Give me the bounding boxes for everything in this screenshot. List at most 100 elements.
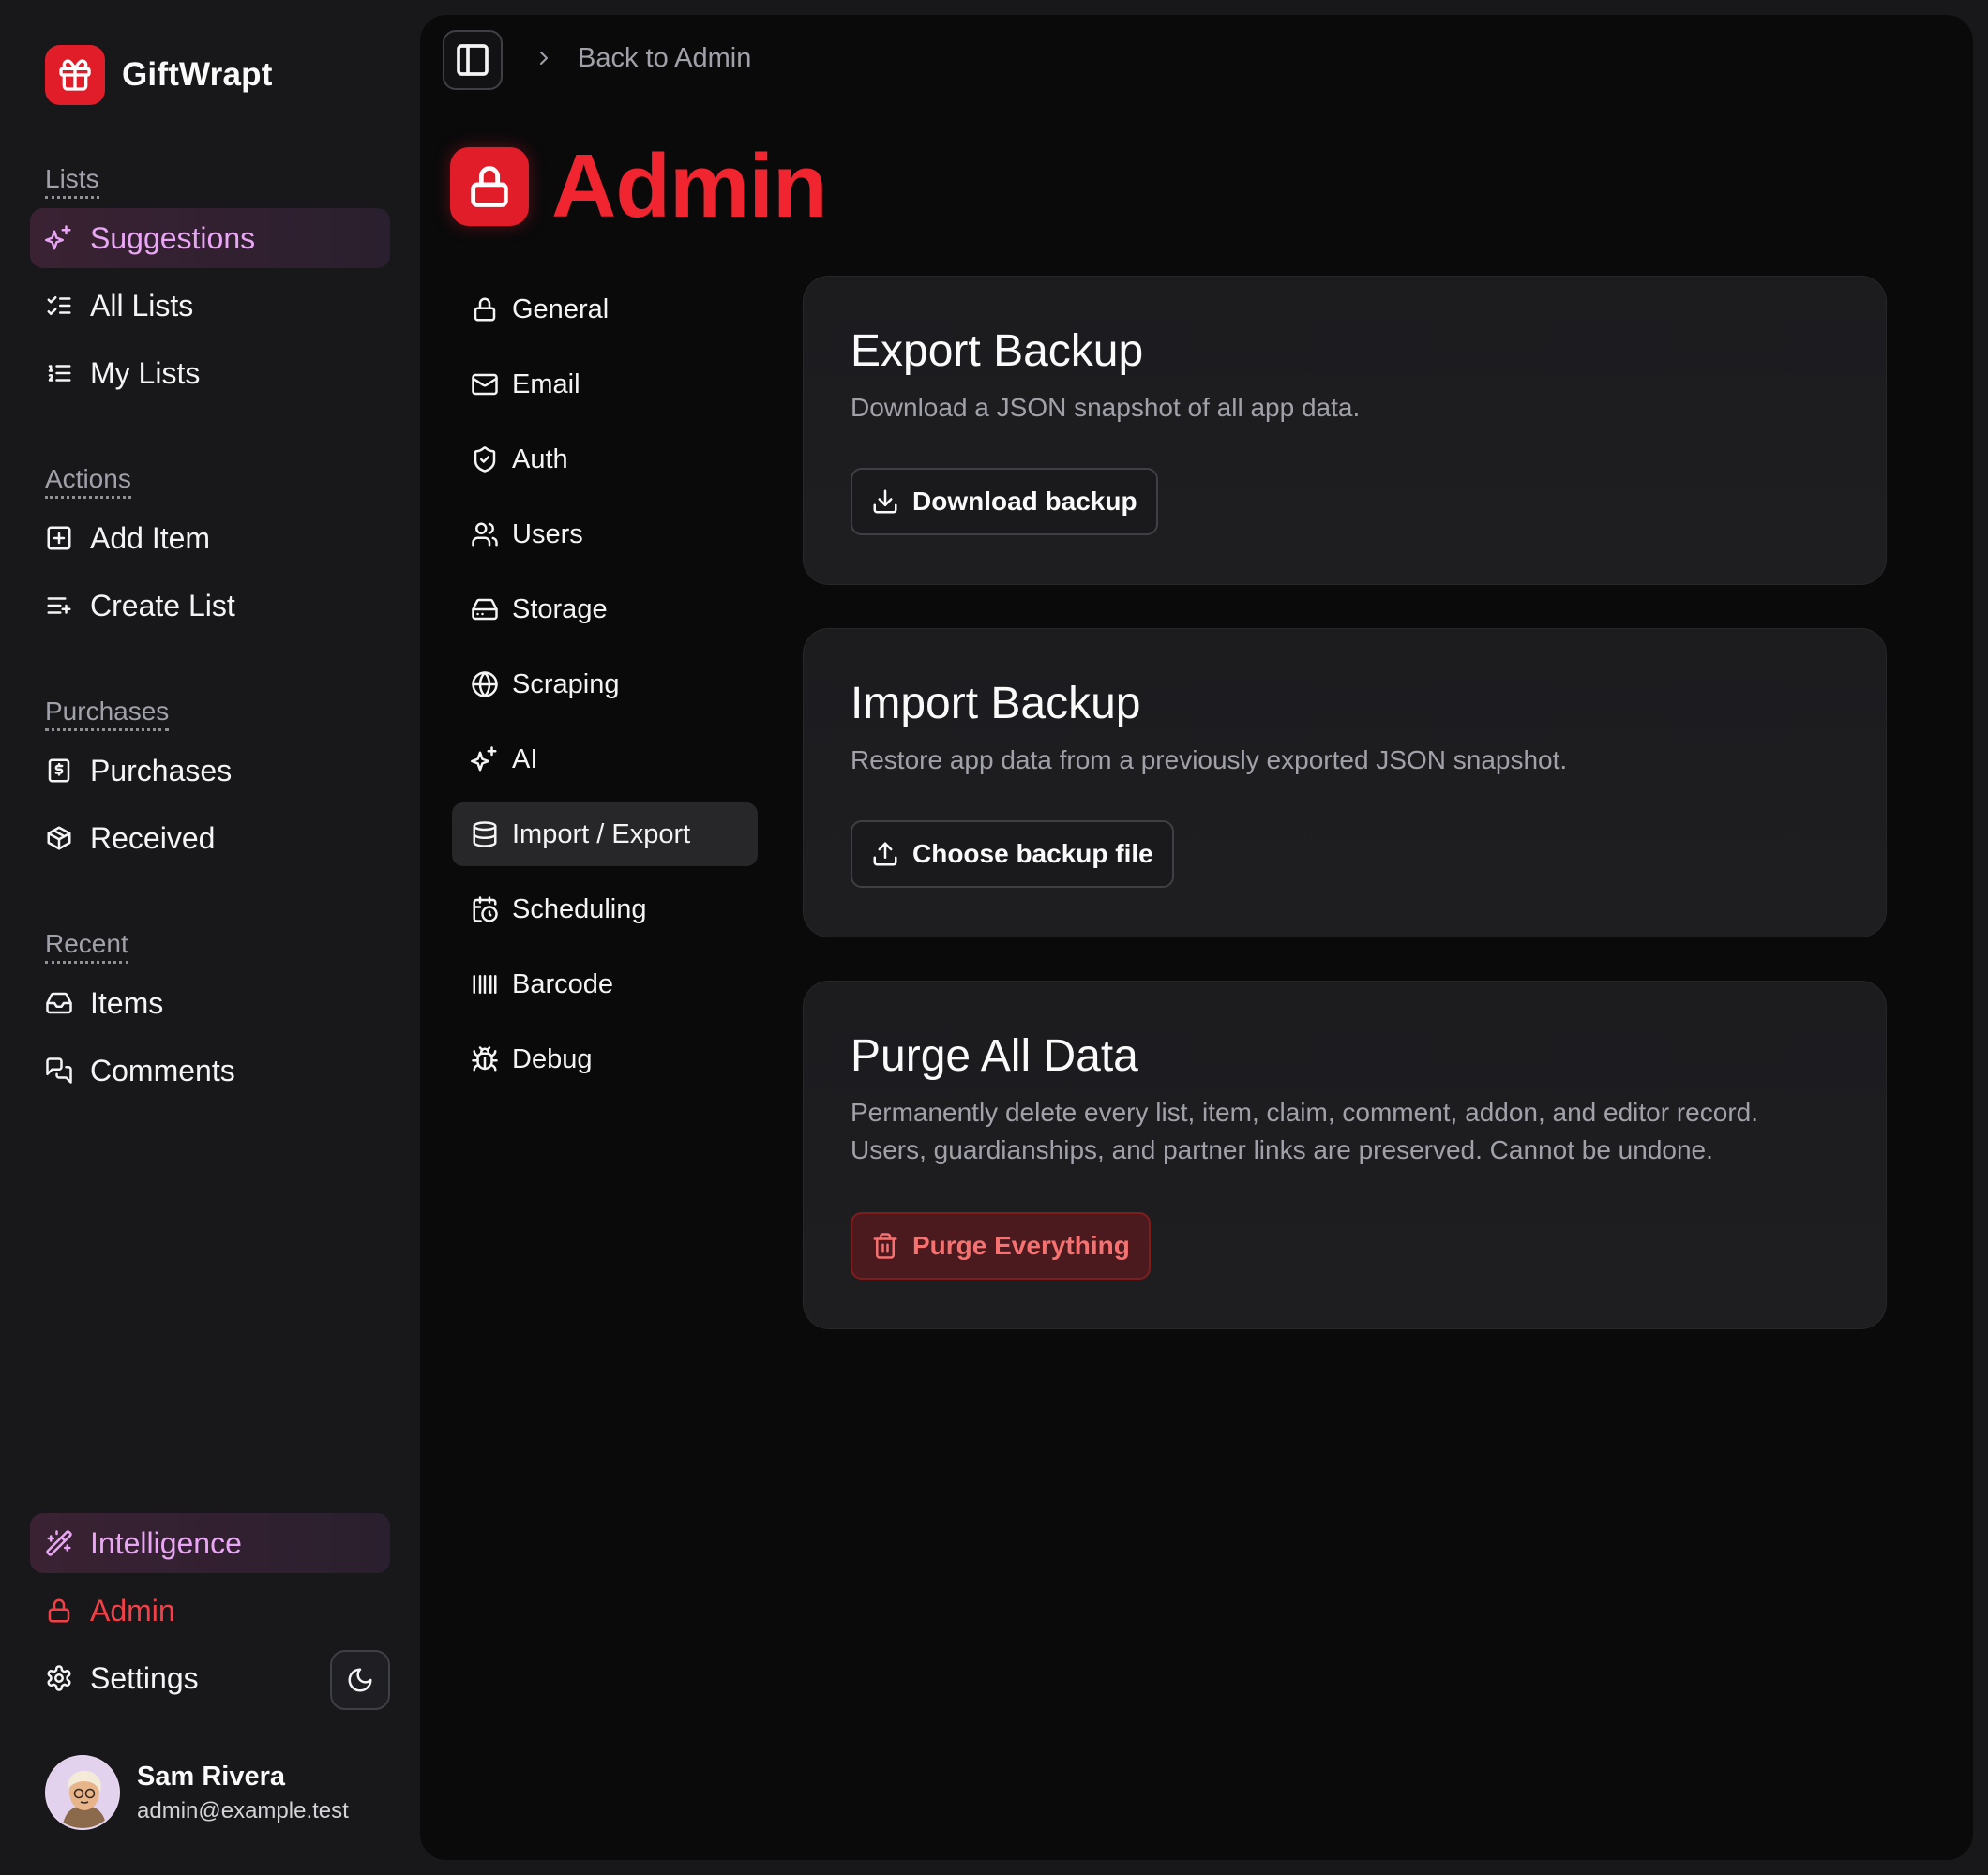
sidebar-item-intelligence[interactable]: Intelligence <box>30 1513 390 1573</box>
shield-check-icon <box>471 445 499 473</box>
button-label: Choose backup file <box>912 839 1153 868</box>
brand[interactable]: GiftWrapt <box>45 45 273 105</box>
subnav-item-scraping[interactable]: Scraping <box>452 652 758 716</box>
bug-icon <box>471 1045 499 1073</box>
download-backup-button[interactable]: Download backup <box>851 468 1158 535</box>
sidebar-item-label: Suggestions <box>90 220 256 255</box>
sidebar-item-settings[interactable]: Settings <box>30 1648 311 1708</box>
sidebar-item-label: Add Item <box>90 520 211 555</box>
sidebar-item-label: Received <box>90 820 216 855</box>
sidebar-item-all-lists[interactable]: All Lists <box>30 276 390 336</box>
upload-icon <box>871 840 899 868</box>
square-plus-icon <box>45 524 73 552</box>
subnav-item-label: General <box>512 293 610 324</box>
lock-icon <box>450 147 529 226</box>
database-icon <box>471 820 499 848</box>
user-profile[interactable]: Sam Rivera admin@example.test <box>45 1755 349 1830</box>
moon-icon <box>346 1666 374 1694</box>
sidebar-item-create-list[interactable]: Create List <box>30 576 390 636</box>
card-title: Export Backup <box>851 326 1144 376</box>
card-title: Import Backup <box>851 679 1141 728</box>
user-name: Sam Rivera <box>137 1761 285 1792</box>
section-label-actions: Actions <box>45 464 131 499</box>
sidebar-item-admin[interactable]: Admin <box>30 1581 390 1641</box>
subnav-item-label: Scheduling <box>512 893 647 924</box>
sidebar-item-label: My Lists <box>90 355 201 390</box>
subnav-item-label: AI <box>512 743 538 774</box>
list-ordered-icon <box>45 359 73 387</box>
subnav-item-users[interactable]: Users <box>452 502 758 566</box>
hard-drive-icon <box>471 595 499 623</box>
card-description-line: Users, guardianships, and partner links … <box>851 1135 1713 1164</box>
subnav-item-auth[interactable]: Auth <box>452 428 758 491</box>
theme-toggle-button[interactable] <box>330 1650 390 1710</box>
card-description: Restore app data from a previously expor… <box>851 745 1568 774</box>
purge-all-data-card: Purge All Data Permanently delete every … <box>803 981 1887 1329</box>
list-plus-icon <box>45 592 73 620</box>
purge-everything-button[interactable]: Purge Everything <box>851 1212 1151 1280</box>
subnav-item-label: Auth <box>512 443 568 474</box>
subnav-item-ai[interactable]: AI <box>452 728 758 791</box>
main-panel: Back to Admin Admin General Email Auth U… <box>420 15 1973 1860</box>
subnav-item-label: Import / Export <box>512 818 691 849</box>
user-email: admin@example.test <box>137 1797 349 1823</box>
wand-icon <box>45 1529 73 1557</box>
messages-icon <box>45 1057 73 1085</box>
brand-name: GiftWrapt <box>122 56 273 93</box>
subnav-item-email[interactable]: Email <box>452 352 758 416</box>
section-label-purchases: Purchases <box>45 697 170 731</box>
users-icon <box>471 520 499 548</box>
inbox-icon <box>45 989 73 1017</box>
choose-backup-file-button[interactable]: Choose backup file <box>851 820 1174 888</box>
subnav-item-import-export[interactable]: Import / Export <box>452 802 758 866</box>
sidebar-item-label: Items <box>90 985 164 1020</box>
subnav-item-scheduling[interactable]: Scheduling <box>452 878 758 941</box>
subnav-item-storage[interactable]: Storage <box>452 578 758 641</box>
import-backup-card: Import Backup Restore app data from a pr… <box>803 628 1887 938</box>
sidebar-item-my-lists[interactable]: My Lists <box>30 343 390 403</box>
sidebar-toggle-button[interactable] <box>443 30 503 90</box>
subnav-item-label: Users <box>512 518 583 549</box>
sidebar-item-label: Admin <box>90 1593 175 1628</box>
sidebar-item-label: Settings <box>90 1660 199 1695</box>
barcode-icon <box>471 970 499 998</box>
page-title: Admin <box>551 136 828 236</box>
gear-icon <box>45 1664 73 1692</box>
button-label: Download backup <box>912 487 1137 516</box>
avatar <box>45 1755 120 1830</box>
lock-icon <box>45 1597 73 1625</box>
subnav-item-label: Storage <box>512 593 608 624</box>
sparkles-icon <box>45 224 73 252</box>
lock-icon <box>471 295 499 323</box>
sparkles-icon <box>471 745 499 773</box>
subnav-item-label: Scraping <box>512 668 620 699</box>
sidebar-item-received[interactable]: Received <box>30 808 390 868</box>
section-label-lists: Lists <box>45 164 99 199</box>
chevron-right-icon <box>533 47 555 69</box>
page-header: Admin <box>450 135 828 238</box>
mail-icon <box>471 370 499 398</box>
sidebar-item-add-item[interactable]: Add Item <box>30 508 390 568</box>
package-icon <box>45 824 73 852</box>
trash-icon <box>871 1232 899 1260</box>
sidebar-item-purchases[interactable]: Purchases <box>30 741 390 801</box>
sidebar-item-suggestions[interactable]: Suggestions <box>30 208 390 268</box>
download-icon <box>871 488 899 516</box>
section-label-recent: Recent <box>45 929 128 964</box>
subnav-item-barcode[interactable]: Barcode <box>452 952 758 1016</box>
calendar-clock-icon <box>471 895 499 923</box>
sidebar-item-items[interactable]: Items <box>30 973 390 1033</box>
globe-icon <box>471 670 499 698</box>
subnav-item-label: Debug <box>512 1043 593 1074</box>
sidebar-item-comments[interactable]: Comments <box>30 1041 390 1101</box>
card-title: Purge All Data <box>851 1031 1138 1081</box>
subnav-item-debug[interactable]: Debug <box>452 1028 758 1091</box>
sidebar-item-label: Create List <box>90 588 235 622</box>
subnav-item-general[interactable]: General <box>452 278 758 341</box>
list-checks-icon <box>45 292 73 320</box>
sidebar-item-label: All Lists <box>90 288 194 322</box>
breadcrumb-back-link[interactable]: Back to Admin <box>578 43 751 74</box>
sidebar-item-label: Comments <box>90 1053 235 1088</box>
subnav-item-label: Email <box>512 368 580 399</box>
gift-icon <box>45 45 105 105</box>
